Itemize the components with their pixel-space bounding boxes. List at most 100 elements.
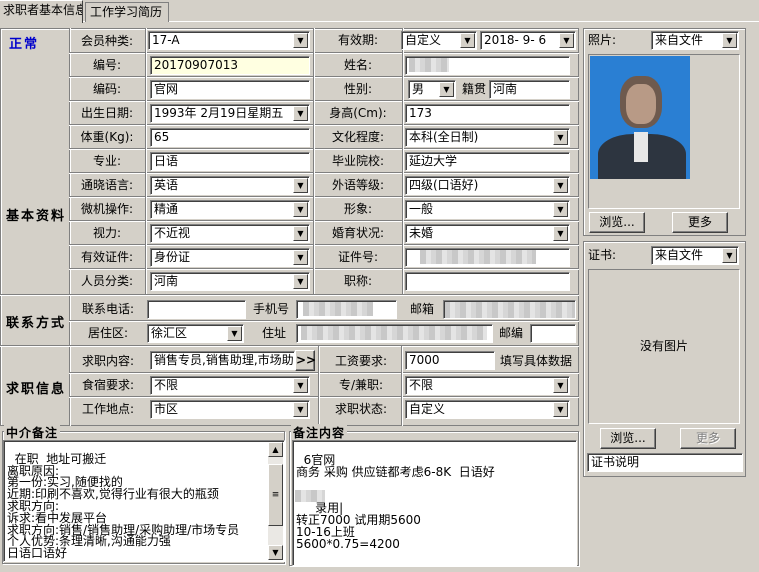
mobile-field[interactable]	[296, 300, 397, 319]
vision-label: 视力:	[92, 226, 122, 240]
chevron-down-icon[interactable]: ▼	[293, 378, 308, 393]
parttime-select[interactable]: 不限 ▼	[405, 376, 570, 395]
chevron-down-icon[interactable]: ▼	[553, 226, 568, 241]
chevron-down-icon[interactable]: ▼	[293, 33, 308, 48]
scroll-thumb[interactable]: ≡	[268, 464, 283, 526]
chevron-down-icon[interactable]: ▼	[722, 248, 737, 263]
job-content-expand-button[interactable]: >>	[295, 350, 316, 371]
chevron-down-icon[interactable]: ▼	[722, 33, 737, 48]
language-select[interactable]: 英语 ▼	[150, 176, 310, 195]
email-field[interactable]	[443, 300, 576, 319]
chevron-down-icon[interactable]: ▼	[293, 250, 308, 265]
marital-label: 婚育状况:	[331, 226, 385, 240]
address-field[interactable]	[296, 324, 493, 343]
chevron-down-icon[interactable]: ▼	[553, 402, 568, 417]
chevron-down-icon[interactable]: ▼	[553, 130, 568, 145]
mobile-label: 手机号	[252, 302, 289, 316]
major-field[interactable]: 日语	[150, 152, 310, 171]
col-rule	[313, 28, 315, 294]
id-number-field[interactable]	[405, 248, 570, 267]
code-field[interactable]: 官网	[150, 80, 310, 99]
photo-browse-button[interactable]: 浏览...	[589, 212, 645, 233]
chevron-down-icon[interactable]: ▼	[293, 226, 308, 241]
marital-select[interactable]: 未婚 ▼	[405, 224, 570, 243]
redacted-mobile	[303, 302, 373, 316]
salary-label: 工资要求:	[334, 354, 388, 368]
weight-field[interactable]: 65	[150, 128, 310, 147]
validity-label: 有效期:	[337, 33, 379, 47]
tab-bar: 求职者基本信息 工作学习简历	[0, 0, 759, 23]
redacted-name	[409, 58, 449, 72]
location-select[interactable]: 市区 ▼	[150, 400, 310, 419]
chevron-down-icon[interactable]: ▼	[293, 274, 308, 289]
title-field[interactable]	[405, 272, 570, 291]
job-content-field[interactable]: 销售专员,销售助理,市场助	[150, 351, 295, 370]
job-status-label: 求职状态:	[334, 402, 388, 416]
gender-label: 性别:	[343, 82, 373, 96]
certificate-description-field[interactable]: 证书说明	[587, 453, 743, 472]
phone-field[interactable]	[147, 300, 246, 319]
foreign-level-label: 外语等级:	[331, 178, 385, 192]
native-place-field[interactable]: 河南	[489, 80, 570, 99]
scroll-down-icon[interactable]: ▼	[268, 545, 283, 560]
postcode-field[interactable]	[530, 324, 576, 343]
chevron-down-icon[interactable]: ▼	[227, 326, 242, 341]
school-field[interactable]: 延边大学	[405, 152, 570, 171]
photo-shirt	[634, 132, 648, 162]
chevron-down-icon[interactable]: ▼	[293, 106, 308, 121]
no-image-text: 没有图片	[639, 339, 688, 353]
validity-date-picker[interactable]: 2018- 9- 6 ▼	[480, 31, 576, 50]
chevron-down-icon[interactable]: ▼	[293, 202, 308, 217]
member-type-select[interactable]: 17-A ▼	[148, 31, 310, 50]
height-field[interactable]: 173	[405, 104, 570, 123]
chevron-down-icon[interactable]: ▼	[553, 378, 568, 393]
chevron-down-icon[interactable]: ▼	[293, 402, 308, 417]
id-type-select[interactable]: 身份证 ▼	[150, 248, 310, 267]
agent-notes-textarea[interactable]: 在职 地址可搬迁 离职原因: 第一份:实习,随便找的 近期:印刷不喜欢,觉得行业…	[3, 440, 285, 562]
board-select[interactable]: 不限 ▼	[150, 376, 310, 395]
certificate-source-select[interactable]: 来自文件 ▼	[651, 246, 739, 265]
member-type-label: 会员种类:	[80, 34, 134, 48]
col-rule	[318, 346, 320, 426]
redacted-id	[420, 250, 536, 264]
tab-basic-info[interactable]: 求职者基本信息	[0, 0, 83, 23]
foreign-level-select[interactable]: 四级(口语好) ▼	[405, 176, 570, 195]
vision-select[interactable]: 不近视 ▼	[150, 224, 310, 243]
chevron-down-icon[interactable]: ▼	[553, 178, 568, 193]
validity-type-select[interactable]: 自定义 ▼	[401, 31, 477, 50]
tab-work-resume[interactable]: 工作学习简历	[85, 2, 169, 22]
id-type-label: 有效证件:	[80, 250, 134, 264]
photo-frame	[588, 54, 740, 209]
gender-select[interactable]: 男 ▼	[408, 80, 456, 99]
scroll-up-icon[interactable]: ▲	[268, 442, 283, 457]
category-label: 人员分类:	[80, 274, 134, 288]
col-rule	[402, 28, 404, 294]
photo-source-select[interactable]: 来自文件 ▼	[651, 31, 739, 50]
certificate-browse-button[interactable]: 浏览...	[600, 428, 656, 449]
section-contact: 联系方式	[6, 316, 67, 331]
chevron-down-icon[interactable]: ▼	[293, 178, 308, 193]
remarks-textarea[interactable]: 6官网 商务 采购 供应链都考虑6-8K 日语好 录用| 转正7000 试用期5…	[292, 440, 577, 566]
chevron-down-icon[interactable]: ▼	[439, 82, 454, 97]
image-select[interactable]: 一般 ▼	[405, 200, 570, 219]
birth-date-picker[interactable]: 1993年 2月19日星期五 ▼	[150, 104, 310, 123]
name-field[interactable]	[405, 56, 570, 75]
education-select[interactable]: 本科(全日制) ▼	[405, 128, 570, 147]
title-label: 职称:	[343, 274, 373, 288]
education-label: 文化程度:	[331, 130, 385, 144]
name-label: 姓名:	[343, 58, 373, 72]
redacted-remark	[295, 490, 325, 502]
weight-label: 体重(Kg):	[80, 130, 134, 144]
agent-notes-scrollbar[interactable]: ▲ ≡ ▼	[268, 442, 283, 560]
computer-select[interactable]: 精通 ▼	[150, 200, 310, 219]
salary-field[interactable]: 7000	[405, 351, 495, 370]
category-select[interactable]: 河南 ▼	[150, 272, 310, 291]
chevron-down-icon[interactable]: ▼	[460, 33, 475, 48]
district-select[interactable]: 徐汇区 ▼	[147, 324, 244, 343]
number-field[interactable]: 20170907013	[150, 56, 310, 75]
chevron-down-icon[interactable]: ▼	[553, 202, 568, 217]
photo-more-button[interactable]: 更多	[672, 212, 728, 233]
image-label: 形象:	[343, 202, 373, 216]
chevron-down-icon[interactable]: ▼	[559, 33, 574, 48]
job-status-select[interactable]: 自定义 ▼	[405, 400, 570, 419]
